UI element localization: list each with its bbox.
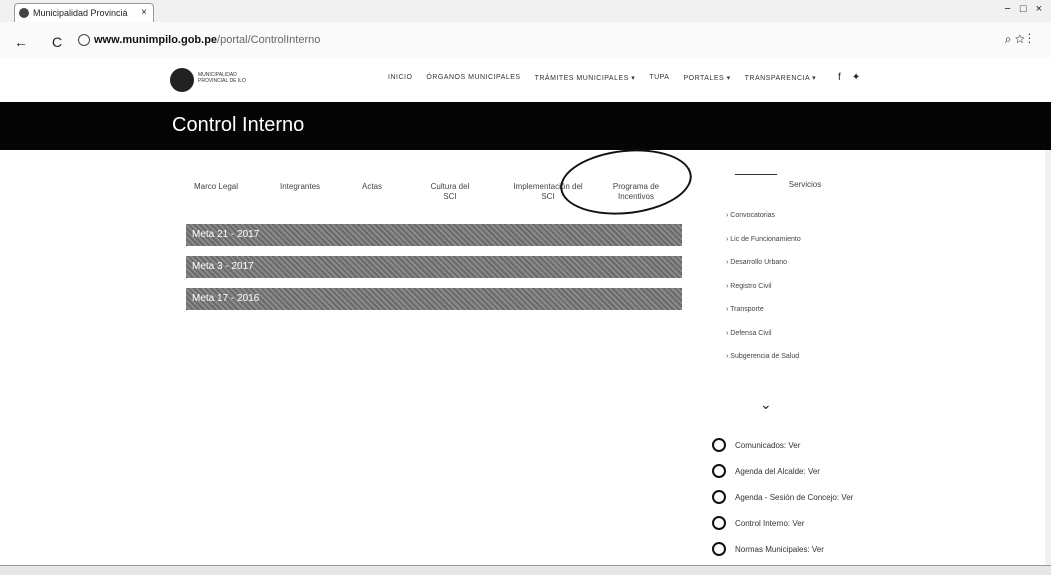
nav-portales[interactable]: PORTALES ▾ bbox=[683, 74, 730, 82]
quick-link-label: Control Interno: Ver bbox=[735, 518, 805, 528]
page-banner: Control Interno bbox=[0, 102, 1051, 150]
quick-link-agenda-alcalde[interactable]: Agenda del Alcalde: Ver bbox=[712, 458, 853, 484]
site-header: MUNICIPALIDAD PROVINCIAL DE ILO INICIO Ó… bbox=[0, 58, 1051, 102]
quick-links: Comunicados: Ver Agenda del Alcalde: Ver… bbox=[712, 432, 853, 562]
nav-organos[interactable]: ÓRGANOS MUNICIPALES bbox=[426, 74, 520, 82]
service-link[interactable]: › Defensa Civil bbox=[726, 330, 801, 354]
url-domain: www.munimpilo.gob.pe bbox=[94, 34, 218, 46]
reload-icon[interactable]: C bbox=[52, 34, 62, 50]
circle-icon bbox=[712, 542, 726, 556]
back-icon[interactable]: ← bbox=[14, 34, 28, 50]
address-toolbar: ← C www.munimpilo.gob.pe/portal/ControlI… bbox=[0, 22, 1051, 59]
hand-drawn-circle bbox=[557, 143, 695, 221]
service-link[interactable]: › Desarrollo Urbano bbox=[726, 259, 801, 283]
circle-icon bbox=[712, 516, 726, 530]
service-link[interactable]: › Convocatorias bbox=[726, 212, 801, 236]
browser-tabbar: Municipalidad Provinciá × − □ × bbox=[0, 0, 1051, 23]
crest-logo-icon[interactable] bbox=[170, 68, 194, 92]
nav-tupa[interactable]: TUPA bbox=[649, 74, 669, 82]
nav-transparencia[interactable]: TRANSPARENCIA ▾ bbox=[745, 74, 817, 82]
quick-link-label: Comunicados: Ver bbox=[735, 440, 801, 450]
quick-link-normas[interactable]: Normas Municipales: Ver bbox=[712, 536, 853, 562]
tab-marco-legal[interactable]: Marco Legal bbox=[186, 182, 246, 192]
tab-close-icon[interactable]: × bbox=[141, 4, 147, 22]
window-controls[interactable]: − □ × bbox=[1004, 3, 1045, 15]
quick-link-comunicados[interactable]: Comunicados: Ver bbox=[712, 432, 853, 458]
accordion-meta-17-2016[interactable]: Meta 17 - 2016 bbox=[186, 288, 682, 310]
accordion-meta-3-2017[interactable]: Meta 3 - 2017 bbox=[186, 256, 682, 278]
tab-servicios[interactable]: Servicios bbox=[780, 180, 830, 190]
favicon-icon bbox=[19, 8, 29, 18]
browser-tab[interactable]: Municipalidad Provinciá × bbox=[14, 3, 154, 22]
quick-link-label: Agenda del Alcalde: Ver bbox=[735, 466, 820, 476]
page-title: Control Interno bbox=[172, 114, 305, 136]
main-nav: INICIO ÓRGANOS MUNICIPALES TRÁMITES MUNI… bbox=[388, 74, 816, 82]
quick-link-label: Normas Municipales: Ver bbox=[735, 544, 824, 554]
service-link[interactable]: › Subgerencia de Salud bbox=[726, 353, 801, 377]
nav-inicio[interactable]: INICIO bbox=[388, 74, 412, 82]
address-bar[interactable]: www.munimpilo.gob.pe/portal/ControlInter… bbox=[78, 30, 1038, 50]
omni-actions: ⌕ ☆ ⋮ bbox=[1005, 32, 1031, 47]
chevron-down-icon[interactable]: ⌄ bbox=[760, 396, 772, 413]
tab-title: Municipalidad Provinciá bbox=[33, 8, 128, 18]
service-link[interactable]: › Transporte bbox=[726, 306, 801, 330]
circle-icon bbox=[712, 438, 726, 452]
circle-icon bbox=[712, 490, 726, 504]
service-link[interactable]: › Registro Civil bbox=[726, 283, 801, 307]
quick-link-control-interno[interactable]: Control Interno: Ver bbox=[712, 510, 853, 536]
bookmark-star-icon[interactable]: ☆ bbox=[1015, 32, 1025, 46]
circle-icon bbox=[712, 464, 726, 478]
logo-text: MUNICIPALIDAD PROVINCIAL DE ILO bbox=[198, 72, 246, 84]
tab-integrantes[interactable]: Integrantes bbox=[270, 182, 330, 192]
tab-cultura[interactable]: Cultura del SCI bbox=[426, 182, 474, 202]
info-icon bbox=[78, 34, 90, 47]
nav-tramites[interactable]: TRÁMITES MUNICIPALES ▾ bbox=[535, 74, 636, 82]
social-links: f ✦ bbox=[838, 72, 860, 83]
menu-icon[interactable]: ⋮ bbox=[1028, 32, 1031, 46]
facebook-icon[interactable]: f bbox=[838, 72, 841, 83]
twitter-icon[interactable]: ✦ bbox=[852, 72, 860, 83]
zoom-icon[interactable]: ⌕ bbox=[1005, 32, 1012, 46]
tab-actas[interactable]: Actas bbox=[352, 182, 392, 192]
active-tab-indicator bbox=[735, 174, 777, 175]
services-list: › Convocatorias › Lic de Funcionamiento … bbox=[726, 212, 801, 377]
quick-link-agenda-concejo[interactable]: Agenda - Sesión de Concejo: Ver bbox=[712, 484, 853, 510]
quick-link-label: Agenda - Sesión de Concejo: Ver bbox=[735, 492, 854, 502]
accordion-meta-21-2017[interactable]: Meta 21 - 2017 bbox=[186, 224, 682, 246]
service-link[interactable]: › Lic de Funcionamiento bbox=[726, 236, 801, 260]
url-path: /portal/ControlInterno bbox=[217, 34, 321, 46]
